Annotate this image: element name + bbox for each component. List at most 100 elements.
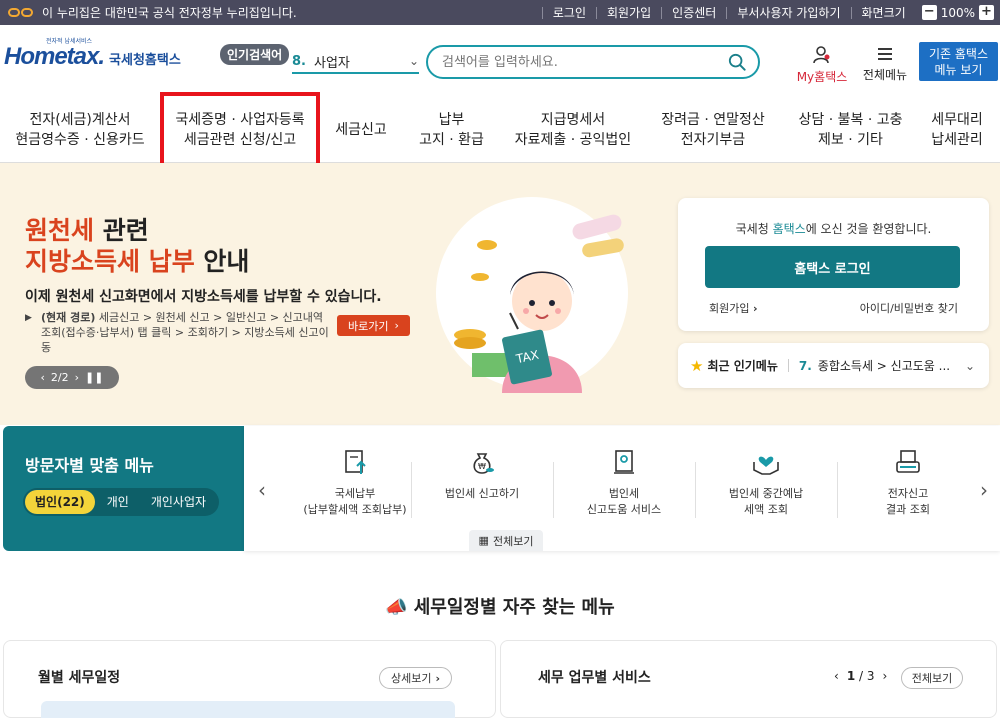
next-slide-button[interactable]: › bbox=[75, 371, 79, 384]
hands-heart-icon bbox=[753, 456, 779, 475]
search-box bbox=[426, 45, 760, 79]
nav-item-payment[interactable]: 납부 고지 · 환급 bbox=[400, 97, 503, 163]
search-input[interactable] bbox=[442, 54, 722, 70]
utility-links: 로그인 회원가입 인증센터 부서사용자 가입하기 화면크기 − 100% + bbox=[541, 5, 1000, 20]
popular-search-select[interactable]: 8. 사업자 ⌄ bbox=[292, 50, 419, 74]
hero-banner: 원천세 관련 지방소득세 납부 안내 이제 원천세 신고화면에서 지방소득세를 … bbox=[0, 163, 1000, 425]
tax-service-title: 세무 업무별 서비스 bbox=[538, 670, 651, 686]
pause-icon[interactable]: ❚❚ bbox=[85, 371, 103, 384]
welcome-part: 에 오신 것을 환영합니다. bbox=[805, 222, 932, 236]
nav-label: 지급명세서 bbox=[540, 112, 606, 128]
service-label: 세액 조회 bbox=[744, 503, 788, 516]
hero-title-part: 안내 bbox=[194, 247, 250, 276]
join-link[interactable]: 회원가입 › bbox=[709, 300, 758, 316]
logo-text: Hometax. bbox=[4, 43, 105, 70]
nav-item-payment-statement[interactable]: 지급명세서자료제출 · 공익법인 bbox=[503, 97, 643, 163]
nav-item-tax-agent[interactable]: 세무대리 납세관리 bbox=[918, 97, 996, 163]
megaphone-icon: 📣 bbox=[385, 597, 408, 618]
service-label: 법인세 중간예납 bbox=[728, 487, 804, 500]
gov-notice-text: 이 누리집은 대한민국 공식 전자정부 누리집입니다. bbox=[42, 6, 297, 20]
login-panel: 국세청 홈택스에 오신 것을 환영합니다. 홈택스 로그인 회원가입 › 아이디… bbox=[678, 198, 989, 331]
chevron-down-icon: ⌄ bbox=[964, 358, 975, 373]
hero-description: 이제 원천세 신고화면에서 지방소득세를 납부할 수 있습니다. bbox=[25, 289, 382, 305]
printer-icon bbox=[896, 450, 920, 473]
service-label: (납부할세액 조회납부) bbox=[303, 503, 407, 516]
welcome-part: 국세청 bbox=[735, 222, 773, 236]
chevron-down-icon: ⌄ bbox=[408, 54, 419, 68]
tab-sole-proprietor[interactable]: 개인사업자 bbox=[141, 490, 216, 514]
search-icon[interactable] bbox=[728, 53, 746, 71]
signup-link[interactable]: 회원가입 bbox=[595, 6, 661, 19]
popular-search-rank: 8. bbox=[292, 53, 306, 69]
chevron-right-icon[interactable]: › bbox=[980, 478, 988, 502]
all-menu-label: 전체메뉴 bbox=[862, 68, 908, 82]
tax-illustration: TAX bbox=[436, 197, 628, 393]
visitor-tabs: 법인(22) 개인 개인사업자 bbox=[23, 488, 219, 516]
zoom-value: 100% bbox=[940, 5, 975, 20]
nav-label: 국세증명 · 사업자등록 bbox=[175, 112, 305, 128]
service-label: 결과 조회 bbox=[886, 503, 930, 516]
hometax-login-button[interactable]: 홈택스 로그인 bbox=[705, 246, 960, 288]
nav-item-incentive[interactable]: 장려금 · 연말정산 전자기부금 bbox=[643, 97, 783, 163]
view-all-label: 전체보기 bbox=[492, 534, 534, 548]
detail-label: 상세보기 bbox=[390, 672, 432, 685]
user-icon bbox=[813, 46, 830, 64]
tab-corporation[interactable]: 법인(22) bbox=[25, 490, 95, 514]
view-all-button[interactable]: ▦ 전체보기 bbox=[469, 530, 543, 551]
service-corp-tax-help[interactable]: 법인세 신고도움 서비스 bbox=[554, 448, 694, 518]
welcome-highlight: 홈택스 bbox=[772, 222, 806, 236]
tab-individual[interactable]: 개인 bbox=[97, 490, 139, 514]
cert-center-link[interactable]: 인증센터 bbox=[661, 6, 726, 19]
nav-label: 세무대리 bbox=[931, 112, 983, 128]
section-heading-text: 세무일정별 자주 찾는 메뉴 bbox=[413, 597, 615, 618]
nav-label: 자료제출 · 공익법인 bbox=[514, 132, 632, 148]
hometax-logo[interactable]: 전자적 납세서비스 Hometax. 국세청홈택스 bbox=[4, 38, 181, 71]
nav-item-certificate[interactable]: 국세증명 · 사업자등록 세금관련 신청/신고 bbox=[160, 97, 320, 163]
hero-title-part: 원천세 bbox=[25, 216, 95, 245]
logo-kr-text: 국세청홈택스 bbox=[109, 53, 181, 68]
hero-path: ▶ (현재 경로) 세금신고 > 원천세 신고 > 일반신고 > 신고내역 조회… bbox=[25, 310, 335, 355]
slide-counter: 2/2 bbox=[50, 371, 69, 384]
popular-menu-bar[interactable]: ★ 최근 인기메뉴 7. 종합소득세 > 신고도움 ... ⌄ bbox=[678, 343, 989, 388]
page-total: / 3 bbox=[859, 669, 875, 683]
chevron-left-icon[interactable]: ‹ bbox=[258, 478, 266, 502]
nav-item-einvoice[interactable]: 전자(세금)계산서 현금영수증 · 신용카드 bbox=[0, 97, 160, 163]
document-upload-icon bbox=[345, 450, 366, 474]
chevron-right-icon: › bbox=[435, 671, 441, 685]
service-efiling-result[interactable]: 전자신고 결과 조회 bbox=[838, 448, 978, 518]
divider bbox=[787, 359, 789, 372]
prev-slide-button[interactable]: ‹ bbox=[41, 371, 45, 384]
dept-user-signup-link[interactable]: 부서사용자 가입하기 bbox=[726, 6, 850, 19]
service-view-all-button[interactable]: 전체보기 bbox=[901, 667, 963, 689]
visitor-menu: 방문자별 맞춤 메뉴 법인(22) 개인 개인사업자 ‹ › 국세납부 (납부할… bbox=[3, 426, 1000, 551]
section-heading: 📣 세무일정별 자주 찾는 메뉴 bbox=[0, 593, 1000, 619]
all-menu-button[interactable]: 전체메뉴 bbox=[858, 45, 912, 83]
popular-menu-label: 최근 인기메뉴 bbox=[707, 359, 778, 373]
nav-item-consult[interactable]: 상담 · 불복 · 고충 제보 · 기타 bbox=[783, 97, 918, 163]
hero-title-part: 관련 bbox=[94, 216, 149, 245]
gov-notice-bar: 이 누리집은 대한민국 공식 전자정부 누리집입니다. 로그인 회원가입 인증센… bbox=[0, 0, 1000, 25]
zoom-control: − 100% + bbox=[921, 5, 994, 20]
find-account-link[interactable]: 아이디/비밀번호 찾기 bbox=[860, 300, 958, 316]
nav-label: 현금영수증 · 신용카드 bbox=[15, 132, 145, 148]
service-interim-prepayment[interactable]: 법인세 중간예납 세액 조회 bbox=[696, 448, 836, 518]
my-hometax-button[interactable]: My홈택스 bbox=[795, 45, 849, 85]
nav-item-tax-filing[interactable]: 세금신고 bbox=[322, 97, 400, 163]
my-hometax-label: My홈택스 bbox=[796, 70, 848, 84]
detail-button[interactable]: 상세보기 › bbox=[379, 667, 452, 689]
hero-path-label: (현재 경로) bbox=[41, 311, 96, 324]
go-button[interactable]: 바로가기 › bbox=[337, 315, 410, 336]
login-link[interactable]: 로그인 bbox=[541, 6, 596, 19]
service-corp-tax-filing[interactable]: ₩ 법인세 신고하기 bbox=[412, 448, 552, 502]
service-label: 법인세 신고하기 bbox=[444, 487, 520, 500]
join-label: 회원가입 bbox=[709, 302, 750, 315]
chevron-left-icon[interactable]: ‹ bbox=[834, 669, 839, 683]
zoom-out-button[interactable]: − bbox=[921, 5, 937, 20]
old-menu-button[interactable]: 기존 홈택스 메뉴 보기 bbox=[919, 42, 998, 81]
service-tax-payment[interactable]: 국세납부 (납부할세액 조회납부) bbox=[285, 448, 425, 518]
popular-menu-rank: 7. bbox=[798, 358, 812, 373]
zoom-in-button[interactable]: + bbox=[979, 5, 994, 20]
chevron-right-icon[interactable]: › bbox=[883, 669, 888, 683]
nav-label: 전자기부금 bbox=[680, 132, 746, 148]
svg-text:₩: ₩ bbox=[478, 462, 486, 471]
